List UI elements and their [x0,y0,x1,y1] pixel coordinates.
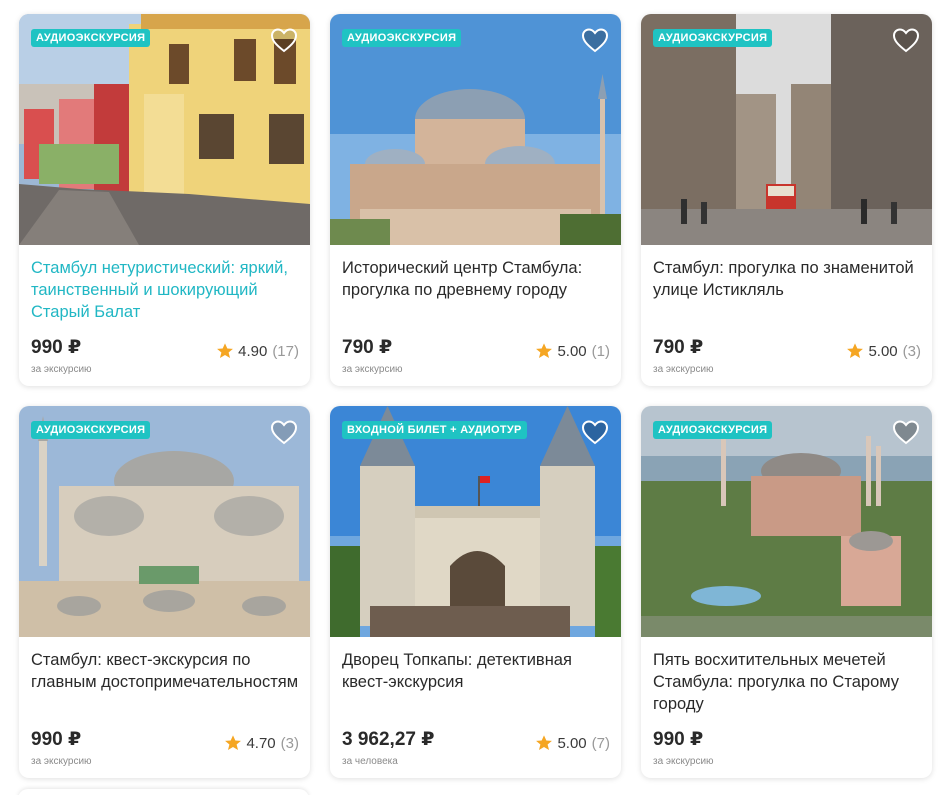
tour-card[interactable]: АУДИОЭКСКУРСИЯ Стамбул нетуристический: … [19,14,310,386]
favorite-heart-icon[interactable] [580,25,610,55]
tour-card[interactable]: АУДИОЭКСКУРСИЯ Пять восхитительных мечет… [641,406,932,778]
price-note: за экскурсию [342,364,403,375]
review-count: (1) [591,342,610,360]
tour-title-link[interactable]: Стамбул: прогулка по знаменитой улице Ис… [653,257,921,301]
tour-rating: 5.00 (1) [535,342,610,360]
ticket-audio-tour-badge: ВХОДНОЙ БИЛЕТ + АУДИОТУР [342,421,527,439]
rating-value: 4.90 [238,342,268,360]
favorite-heart-icon[interactable] [891,25,921,55]
star-icon [536,735,553,751]
audio-tour-badge: АУДИОЭКСКУРСИЯ [31,421,151,439]
review-count: (3) [280,734,299,752]
rating-value: 4.70 [246,734,276,752]
star-icon [225,735,242,751]
favorite-heart-icon[interactable] [269,417,299,447]
tour-price: 790 ₽ [342,337,393,358]
favorite-heart-icon[interactable] [891,417,921,447]
review-count: (3) [902,342,921,360]
tour-card[interactable]: АУДИОЭКСКУРСИЯ Стамбул: квест-экскурсия … [19,406,310,778]
price-note: за экскурсию [653,756,714,767]
tour-photo-blue-mosque[interactable] [19,406,310,637]
audio-tour-badge: АУДИОЭКСКУРСИЯ [31,29,151,47]
tour-price: 790 ₽ [653,337,704,358]
tour-photo-istiklal[interactable] [641,14,932,245]
tour-photo-topkapi[interactable] [330,406,621,637]
rating-value: 5.00 [557,734,587,752]
tour-title-link[interactable]: Стамбул: квест-экскурсия по главным дост… [31,649,299,693]
tour-photo-balat[interactable] [19,14,310,245]
tour-title-link[interactable]: Дворец Топкапы: детективная квест-экскур… [342,649,610,693]
tour-title-link[interactable]: Стамбул нетуристический: яркий, таинстве… [31,257,299,323]
review-count: (7) [591,734,610,752]
star-icon [847,343,864,359]
price-note: за экскурсию [31,756,92,767]
star-icon [536,343,553,359]
tour-photo-hagia-sophia[interactable] [330,14,621,245]
tour-card[interactable]: АУДИОЭКСКУРСИЯ Исторический центр Стамбу… [330,14,621,386]
tour-card[interactable]: АУДИОЭКСКУРСИЯ Стамбул: прогулка по знам… [641,14,932,386]
rating-value: 5.00 [868,342,898,360]
next-row-card-edge [18,789,309,795]
tour-rating: 4.90 (17) [216,342,299,360]
tour-rating: 5.00 (7) [535,734,610,752]
favorite-heart-icon[interactable] [580,417,610,447]
tour-price: 990 ₽ [31,337,82,358]
tour-price: 3 962,27 ₽ [342,729,435,750]
price-note: за человека [342,756,398,767]
audio-tour-badge: АУДИОЭКСКУРСИЯ [342,29,462,47]
audio-tour-badge: АУДИОЭКСКУРСИЯ [653,421,773,439]
review-count: (17) [272,342,299,360]
star-icon [217,343,234,359]
tour-card[interactable]: ВХОДНОЙ БИЛЕТ + АУДИОТУР Дворец Топкапы:… [330,406,621,778]
tour-price: 990 ₽ [653,729,704,750]
price-note: за экскурсию [31,364,92,375]
tour-title-link[interactable]: Пять восхитительных мечетей Стамбула: пр… [653,649,921,715]
tour-price: 990 ₽ [31,729,82,750]
favorite-heart-icon[interactable] [269,25,299,55]
tour-rating: 5.00 (3) [846,342,921,360]
tour-rating: 4.70 (3) [224,734,299,752]
audio-tour-badge: АУДИОЭКСКУРСИЯ [653,29,773,47]
tour-photo-aerial-mosques[interactable] [641,406,932,637]
price-note: за экскурсию [653,364,714,375]
tour-title-link[interactable]: Исторический центр Стамбула: прогулка по… [342,257,610,301]
rating-value: 5.00 [557,342,587,360]
